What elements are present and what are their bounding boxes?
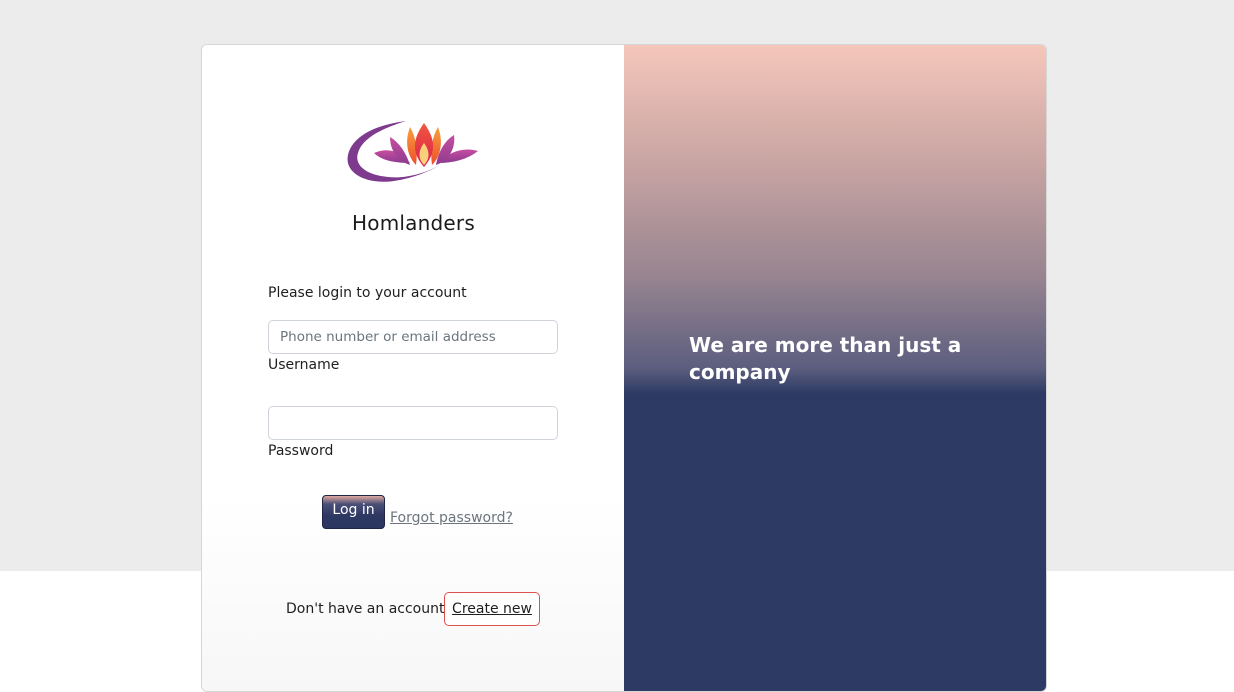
- login-button[interactable]: Log in: [322, 495, 385, 529]
- login-prompt: Please login to your account: [268, 285, 467, 301]
- password-label: Password: [268, 443, 334, 459]
- login-card: Homlanders Please login to your account …: [201, 44, 1047, 692]
- username-input[interactable]: [268, 320, 558, 354]
- forgot-password-link[interactable]: Forgot password?: [390, 510, 513, 526]
- password-input[interactable]: [268, 406, 558, 440]
- tagline-text: We are more than just a company: [689, 333, 962, 384]
- brand-name: Homlanders: [352, 211, 475, 235]
- username-label: Username: [268, 357, 340, 373]
- create-account-button[interactable]: Create new: [444, 592, 540, 626]
- signup-prompt: Don't have an account?: [286, 601, 452, 617]
- login-panel: Homlanders Please login to your account …: [202, 45, 624, 691]
- tagline-panel: We are more than just a company: [624, 45, 1046, 691]
- lotus-logo-icon: [347, 121, 478, 182]
